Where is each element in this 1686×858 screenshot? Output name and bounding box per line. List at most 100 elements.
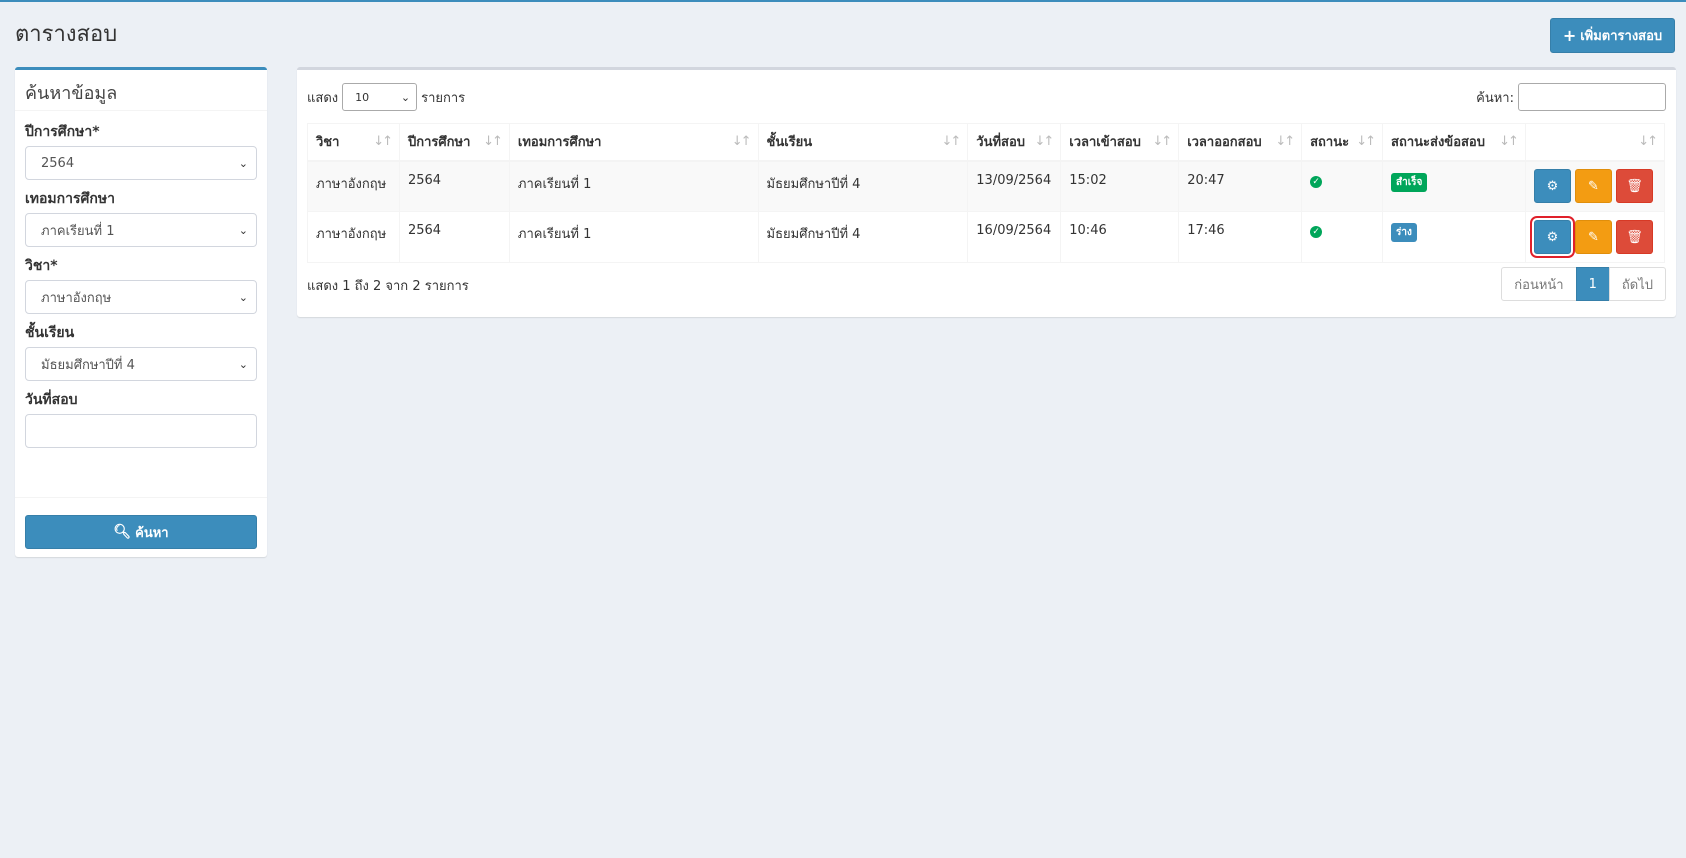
column-header-exam-date[interactable]: วันที่สอบ ↓↑	[967, 123, 1062, 162]
chevron-down-icon: ⌄	[238, 156, 248, 170]
subject-select[interactable]: ภาษาอังกฤษ ⌄	[25, 280, 257, 314]
search-panel: ค้นหาข้อมูล ปีการศึกษา* 2564 ⌄ เทอมการศึ…	[15, 67, 267, 557]
trash-icon: 🗑︎	[1626, 178, 1643, 194]
sort-icon: ↓↑	[941, 134, 961, 149]
edit-button[interactable]: ✎	[1574, 220, 1612, 254]
length-suffix: รายการ	[421, 90, 466, 106]
chevron-down-icon: ⌄	[400, 90, 411, 104]
pagination: ก่อนหน้า 1 ถัดไป	[1501, 267, 1666, 301]
filter-input[interactable]	[1518, 83, 1666, 111]
submit-status-badge: สำเร็จ	[1391, 172, 1428, 192]
column-header-year[interactable]: ปีการศึกษา ↓↑	[398, 123, 510, 162]
plus-icon: +	[1562, 25, 1577, 45]
page-length-value: 10	[355, 90, 370, 104]
table-row: ภาษาอังกฤษ 2564 ภาคเรียนที่ 1 มัธยมศึกษา…	[307, 211, 1666, 263]
gear-icon: ⚙	[1546, 178, 1559, 194]
year-select[interactable]: 2564 ⌄	[25, 146, 257, 180]
search-button-label: ค้นหา	[135, 525, 169, 541]
column-header-status[interactable]: สถานะ ↓↑	[1301, 123, 1384, 162]
level-select-value: มัธยมศึกษาปีที่ 4	[41, 357, 135, 373]
chevron-down-icon: ⌄	[238, 223, 248, 237]
add-exam-schedule-label: เพิ่มตารางสอบ	[1580, 29, 1663, 44]
sort-icon: ↓↑	[1034, 134, 1054, 149]
cell-actions: ⚙ ✎ 🗑︎	[1524, 160, 1666, 212]
pencil-icon: ✎	[1588, 178, 1599, 194]
filter-label: ค้นหา:	[1476, 90, 1514, 106]
cell-status: ✓	[1301, 160, 1384, 212]
settings-button[interactable]: ⚙	[1533, 169, 1571, 204]
pagination-next[interactable]: ถัดไป	[1608, 267, 1666, 301]
sort-icon: ↓↑	[1356, 134, 1376, 149]
term-select-value: ภาคเรียนที่ 1	[41, 223, 115, 239]
pencil-icon: ✎	[1588, 229, 1599, 245]
edit-button[interactable]: ✎	[1574, 169, 1612, 204]
delete-button[interactable]: 🗑︎	[1615, 169, 1653, 204]
table-header-row: วิชา ↓↑ ปีการศึกษา ↓↑ เทอมการศึกษา ↓↑ ชั้นเ…	[307, 123, 1666, 162]
exam-table-panel: แสดง 10 ⌄ รายการ ค้นหา: วิชา ↓↑ ปีการศึกษ…	[297, 67, 1676, 317]
cell-term: ภาคเรียนที่ 1	[508, 211, 759, 263]
table-row: ภาษาอังกฤษ 2564 ภาคเรียนที่ 1 มัธยมศึกษา…	[307, 160, 1666, 212]
subject-label: วิชา*	[25, 258, 58, 274]
settings-button[interactable]: ⚙	[1529, 216, 1575, 258]
search-icon: 🔍︎	[113, 524, 132, 540]
column-header-submit-status[interactable]: สถานะส่งข้อสอบ ↓↑	[1382, 123, 1526, 162]
cell-exam-date: 16/09/2564	[967, 211, 1062, 263]
sort-icon: ↓↑	[373, 134, 393, 149]
table-length-control: แสดง 10 ⌄ รายการ	[307, 83, 465, 111]
add-exam-schedule-button[interactable]: + เพิ่มตารางสอบ	[1550, 18, 1675, 53]
cell-actions: ⚙ ✎ 🗑︎	[1524, 211, 1666, 263]
sort-icon: ↓↑	[1638, 134, 1658, 149]
cell-time-in: 15:02	[1060, 160, 1180, 212]
cell-subject: ภาษาอังกฤษ	[307, 211, 400, 263]
cell-exam-date: 13/09/2564	[967, 160, 1062, 212]
pagination-previous[interactable]: ก่อนหน้า	[1501, 267, 1577, 301]
cell-level: มัธยมศึกษาปีที่ 4	[757, 160, 969, 212]
table-filter: ค้นหา:	[1476, 83, 1666, 111]
term-label: เทอมการศึกษา	[25, 191, 115, 207]
cell-term: ภาคเรียนที่ 1	[508, 160, 759, 212]
year-select-value: 2564	[41, 155, 75, 171]
gear-icon: ⚙	[1546, 229, 1559, 245]
year-label: ปีการศึกษา*	[25, 124, 100, 140]
pagination-page-1[interactable]: 1	[1575, 267, 1610, 301]
search-panel-footer: 🔍︎ ค้นหา	[15, 497, 267, 557]
table-info: แสดง 1 ถึง 2 จาก 2 รายการ	[307, 279, 469, 294]
page-length-select[interactable]: 10 ⌄	[342, 83, 418, 111]
search-button[interactable]: 🔍︎ ค้นหา	[25, 515, 257, 549]
column-header-time-in[interactable]: เวลาเข้าสอบ ↓↑	[1060, 123, 1180, 162]
sort-icon: ↓↑	[483, 134, 503, 149]
cell-submit-status: ร่าง	[1382, 211, 1526, 263]
chevron-down-icon: ⌄	[238, 290, 248, 304]
subject-select-value: ภาษาอังกฤษ	[41, 290, 112, 306]
sort-icon: ↓↑	[1152, 134, 1172, 149]
trash-icon: 🗑︎	[1626, 229, 1643, 245]
exam-table: วิชา ↓↑ ปีการศึกษา ↓↑ เทอมการศึกษา ↓↑ ชั้นเ…	[307, 123, 1666, 263]
column-header-term[interactable]: เทอมการศึกษา ↓↑	[508, 123, 759, 162]
exam-date-label: วันที่สอบ	[25, 392, 78, 408]
cell-submit-status: สำเร็จ	[1382, 160, 1526, 212]
column-header-time-out[interactable]: เวลาออกสอบ ↓↑	[1178, 123, 1303, 162]
delete-button[interactable]: 🗑︎	[1615, 220, 1653, 254]
cell-status: ✓	[1301, 211, 1384, 263]
column-header-subject[interactable]: วิชา ↓↑	[307, 123, 400, 162]
chevron-down-icon: ⌄	[238, 357, 248, 371]
cell-year: 2564	[398, 160, 510, 212]
column-header-actions[interactable]: ↓↑	[1524, 123, 1666, 162]
check-circle-icon: ✓	[1310, 226, 1323, 238]
term-select[interactable]: ภาคเรียนที่ 1 ⌄	[25, 213, 257, 247]
cell-year: 2564	[398, 211, 510, 263]
cell-subject: ภาษาอังกฤษ	[307, 160, 400, 212]
sort-icon: ↓↑	[731, 134, 752, 149]
page-title: ตารางสอบ	[15, 22, 118, 47]
check-circle-icon: ✓	[1310, 175, 1323, 188]
exam-date-input[interactable]	[25, 414, 257, 448]
cell-time-out: 20:47	[1178, 160, 1303, 212]
search-panel-title: ค้นหาข้อมูล	[15, 70, 267, 111]
column-header-level[interactable]: ชั้นเรียน ↓↑	[757, 123, 969, 162]
level-label: ชั้นเรียน	[25, 325, 75, 341]
length-prefix: แสดง	[307, 90, 339, 106]
cell-time-out: 17:46	[1178, 211, 1303, 263]
cell-time-in: 10:46	[1060, 211, 1180, 263]
sort-icon: ↓↑	[1499, 134, 1519, 149]
level-select[interactable]: มัธยมศึกษาปีที่ 4 ⌄	[25, 347, 257, 381]
